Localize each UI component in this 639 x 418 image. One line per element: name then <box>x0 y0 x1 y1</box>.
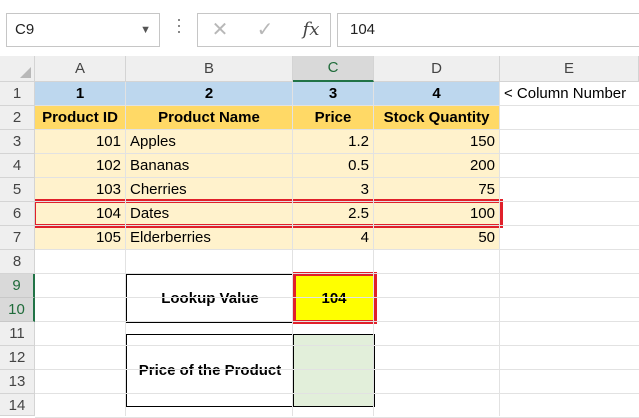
row-header-6[interactable]: 6 <box>0 202 35 226</box>
column-gridline <box>373 82 374 416</box>
cancel-icon[interactable]: ✕ <box>203 14 237 46</box>
column-gridline <box>292 82 293 416</box>
column-header-e[interactable]: E <box>500 56 639 82</box>
column-header-d[interactable]: D <box>374 56 500 82</box>
name-box[interactable]: C9 ▼ <box>6 13 160 47</box>
column-header-a[interactable]: A <box>35 56 126 82</box>
column-header-c[interactable]: C <box>293 56 374 82</box>
row-header-2[interactable]: 2 <box>0 106 35 130</box>
worksheet-grid <box>0 56 639 416</box>
column-gridline <box>499 82 500 416</box>
select-all-icon <box>20 67 31 78</box>
chevron-down-icon[interactable]: ▼ <box>140 14 151 46</box>
row-header-5[interactable]: 5 <box>0 178 35 202</box>
insert-function-icon[interactable]: fx <box>294 14 328 46</box>
row-header-13[interactable]: 13 <box>0 370 35 394</box>
row-header-8[interactable]: 8 <box>0 250 35 274</box>
column-header-b[interactable]: B <box>126 56 293 82</box>
select-all-corner[interactable] <box>0 56 35 82</box>
row-header-1[interactable]: 1 <box>0 82 35 106</box>
row-header-3[interactable]: 3 <box>0 130 35 154</box>
column-gridline <box>125 82 126 416</box>
formula-bar: C9 ▼ ✕ ✓ fx 104 <box>0 0 639 60</box>
formula-buttons: ✕ ✓ fx <box>197 13 331 47</box>
enter-icon[interactable]: ✓ <box>248 14 282 46</box>
row-header-11[interactable]: 11 <box>0 322 35 346</box>
row-header-9[interactable]: 9 <box>0 274 35 298</box>
formula-input[interactable]: 104 <box>337 13 639 47</box>
row-header-7[interactable]: 7 <box>0 226 35 250</box>
name-box-value: C9 <box>15 21 35 38</box>
row-header-12[interactable]: 12 <box>0 346 35 370</box>
grip-handle-icon[interactable] <box>177 19 181 41</box>
row-header-10[interactable]: 10 <box>0 298 35 322</box>
row-header-14[interactable]: 14 <box>0 394 35 416</box>
row-header-4[interactable]: 4 <box>0 154 35 178</box>
